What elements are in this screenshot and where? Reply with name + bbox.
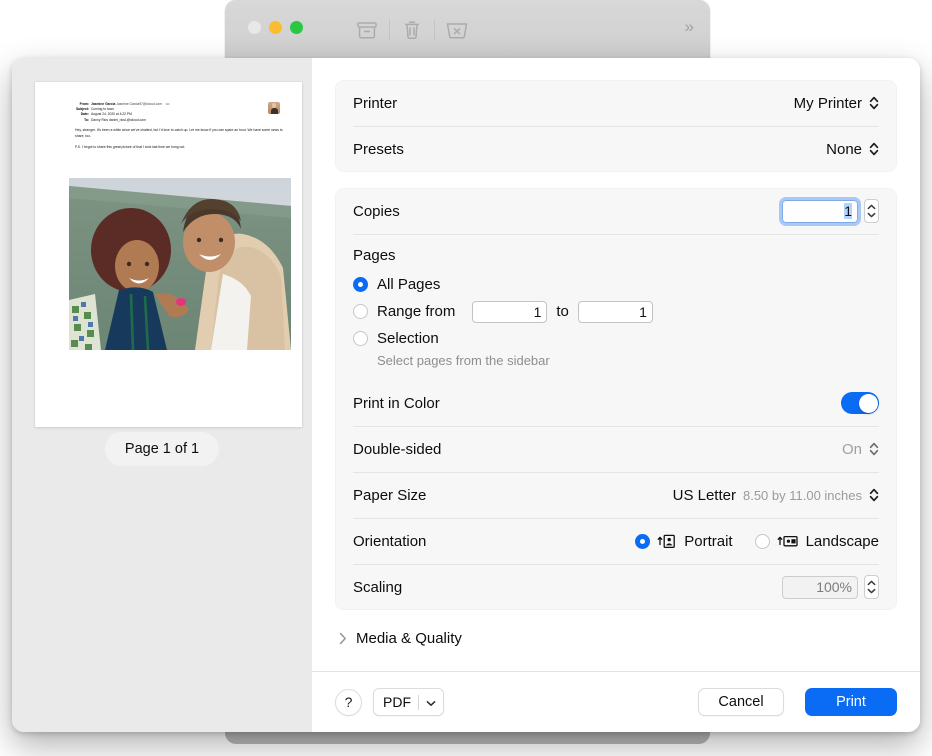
print-in-color-toggle[interactable]: [841, 392, 879, 414]
media-quality-label: Media & Quality: [356, 630, 462, 647]
junk-icon[interactable]: [435, 15, 479, 45]
pages-option-selection-label: Selection: [377, 330, 439, 347]
preview-photo: [69, 178, 291, 350]
pages-option-all[interactable]: All Pages: [353, 271, 879, 298]
preview-from-email: Jasmine.Garcia97@icloud.com: [116, 102, 162, 106]
copies-label: Copies: [353, 203, 400, 220]
orientation-landscape-label: Landscape: [806, 533, 879, 550]
copies-row: Copies 1: [335, 188, 897, 234]
preview-body-paragraph-2: P.S. I forgot to share this great pictur…: [75, 145, 286, 151]
pdf-button-label: PDF: [383, 694, 411, 710]
pages-block: Pages All Pages Range from 1 to 1: [335, 234, 897, 380]
print-settings-scroll: Printer My Printer Presets None: [312, 58, 920, 671]
toggle-knob: [859, 394, 878, 413]
window-traffic-lights: [248, 21, 303, 34]
close-window-button[interactable]: [248, 21, 261, 34]
orientation-row: Orientation: [335, 518, 897, 564]
printer-presets-group: Printer My Printer Presets None: [335, 80, 897, 172]
orientation-portrait-label: Portrait: [684, 533, 732, 550]
portrait-icon: [657, 533, 677, 549]
double-sided-label: Double-sided: [353, 441, 441, 458]
zoom-window-button[interactable]: [290, 21, 303, 34]
radio-landscape[interactable]: [755, 534, 770, 549]
pages-option-range[interactable]: Range from 1 to 1: [353, 298, 879, 325]
chevron-down-icon[interactable]: [426, 694, 436, 710]
print-dialog-screen: » From: Jasmine Garcia Jasmine.Garcia97@…: [0, 0, 932, 756]
scaling-row: Scaling 100%: [335, 564, 897, 610]
orientation-options: Portrait: [635, 533, 879, 550]
scaling-stepper[interactable]: 100%: [782, 575, 879, 599]
preview-to-label: To:: [65, 118, 91, 123]
presets-label: Presets: [353, 141, 404, 158]
mail-toolbar-buttons: [345, 14, 479, 46]
avatar: [268, 102, 280, 114]
scaling-input[interactable]: 100%: [782, 576, 858, 599]
print-in-color-row: Print in Color: [335, 380, 897, 426]
chevron-updown-icon[interactable]: [869, 487, 879, 503]
radio-all-pages[interactable]: [353, 277, 368, 292]
range-from-input[interactable]: 1: [472, 301, 547, 323]
minimize-window-button[interactable]: [269, 21, 282, 34]
cancel-button[interactable]: Cancel: [698, 688, 784, 716]
chevron-updown-icon[interactable]: [869, 141, 879, 157]
orientation-option-landscape[interactable]: Landscape: [755, 533, 879, 550]
printer-row[interactable]: Printer My Printer: [335, 80, 897, 126]
mail-window-bottom-edge: [225, 732, 710, 744]
pages-option-selection[interactable]: Selection: [353, 325, 879, 352]
preview-to-row: To: Danny Rios daniel_rios1@icloud.com: [65, 118, 288, 123]
pages-option-range-label: Range from: [377, 303, 455, 320]
trash-icon[interactable]: [390, 15, 434, 45]
paper-size-value: US Letter: [673, 487, 736, 504]
chevron-updown-icon[interactable]: [869, 441, 879, 457]
radio-range[interactable]: [353, 304, 368, 319]
preview-to-value: Danny Rios daniel_rios1@icloud.com: [91, 118, 146, 123]
preview-mail-body: Hey, stranger. It’s been a while since w…: [75, 128, 286, 157]
pages-option-all-label: All Pages: [377, 276, 440, 293]
preview-page-thumbnail[interactable]: From: Jasmine Garcia Jasmine.Garcia97@ic…: [35, 82, 302, 427]
dialog-footer: ? PDF Cancel Print: [312, 671, 920, 732]
paper-size-row[interactable]: Paper Size US Letter 8.50 by 11.00 inche…: [335, 472, 897, 518]
print-in-color-label: Print in Color: [353, 395, 440, 412]
copies-pages-group: Copies 1 Pages: [335, 188, 897, 610]
copies-input-value: 1: [844, 203, 852, 219]
orientation-option-portrait[interactable]: Portrait: [635, 533, 732, 550]
copies-input[interactable]: 1: [782, 200, 858, 223]
toolbar-overflow-icon[interactable]: »: [685, 18, 692, 35]
radio-selection[interactable]: [353, 331, 368, 346]
page-indicator-badge: Page 1 of 1: [105, 432, 219, 466]
preview-mail-header: From: Jasmine Garcia Jasmine.Garcia97@ic…: [65, 102, 288, 123]
radio-portrait[interactable]: [635, 534, 650, 549]
preview-body-paragraph-1: Hey, stranger. It’s been a while since w…: [75, 128, 286, 139]
paper-size-label: Paper Size: [353, 487, 426, 504]
printer-label: Printer: [353, 95, 397, 112]
range-to-label: to: [556, 303, 569, 320]
pages-selection-hint: Select pages from the sidebar: [377, 353, 879, 368]
help-button[interactable]: ?: [335, 689, 362, 716]
paper-size-detail: 8.50 by 11.00 inches: [743, 488, 862, 503]
double-sided-value: On: [842, 441, 862, 458]
print-button[interactable]: Print: [805, 688, 897, 716]
chevron-updown-icon[interactable]: [869, 95, 879, 111]
scaling-stepper-buttons[interactable]: [864, 575, 879, 599]
orientation-label: Orientation: [353, 533, 426, 550]
preview-from-name: Jasmine Garcia: [91, 102, 115, 106]
print-preview-sidebar: From: Jasmine Garcia Jasmine.Garcia97@ic…: [12, 58, 312, 732]
chevron-right-icon[interactable]: [339, 632, 347, 645]
media-quality-disclosure[interactable]: Media & Quality: [335, 626, 897, 661]
copies-stepper-buttons[interactable]: [864, 199, 879, 223]
scaling-label: Scaling: [353, 579, 402, 596]
landscape-icon: [777, 533, 799, 549]
pdf-menu-button[interactable]: PDF: [373, 688, 444, 716]
presets-row[interactable]: Presets None: [335, 126, 897, 172]
archive-icon[interactable]: [345, 15, 389, 45]
presets-value: None: [826, 141, 862, 158]
mail-window-toolbar: »: [225, 0, 710, 58]
printer-value: My Printer: [794, 95, 862, 112]
pdf-divider: [418, 695, 419, 710]
pages-title: Pages: [353, 247, 879, 264]
copies-stepper[interactable]: 1: [782, 199, 879, 223]
print-settings-panel: Printer My Printer Presets None: [312, 58, 920, 732]
range-to-input[interactable]: 1: [578, 301, 653, 323]
double-sided-row[interactable]: Double-sided On: [335, 426, 897, 472]
